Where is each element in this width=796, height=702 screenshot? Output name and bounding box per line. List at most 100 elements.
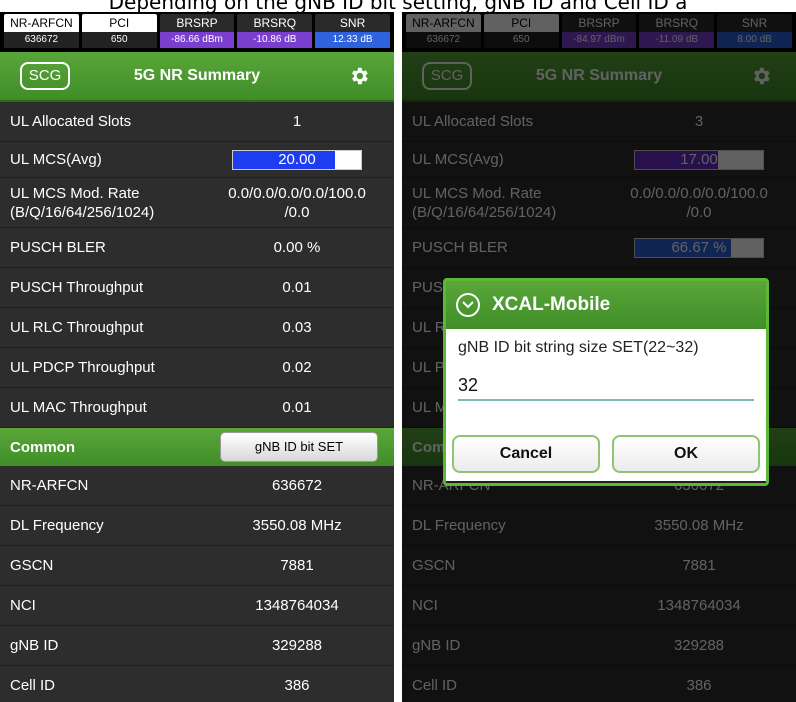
scg-button[interactable]: SCG xyxy=(20,62,70,90)
row-label: UL PDCP Throughput xyxy=(10,359,155,376)
status-cell-pci: PCI 650 xyxy=(81,14,157,50)
status-bar: NR-ARFCN 636672 PCI 650 BRSRP -86.66 dBm… xyxy=(0,12,394,52)
row-gnb-id: gNB ID 329288 xyxy=(402,626,796,666)
status-label: NR-ARFCN xyxy=(406,14,481,32)
page-title: 5G NR Summary xyxy=(133,67,261,84)
row-dl-frequency: DL Frequency 3550.08 MHz xyxy=(402,506,796,546)
status-cell-brsrp: BRSRP -84.97 dBm xyxy=(561,14,637,50)
row-pusch-throughput: PUSCH Throughput 0.01 xyxy=(0,268,394,308)
row-value: 0.0/0.0/0.0/0.0/100.0 /0.0 xyxy=(630,184,768,221)
scg-button[interactable]: SCG xyxy=(422,62,472,90)
status-value: -10.86 dB xyxy=(237,32,313,48)
row-value: 3550.08 MHz xyxy=(252,517,342,534)
gear-icon[interactable] xyxy=(348,65,370,87)
row-value-wrap: 20.00 xyxy=(200,149,394,170)
status-value: 8.00 dB xyxy=(717,32,792,48)
status-value: -84.97 dBm xyxy=(561,32,637,48)
dialog-buttons: Cancel OK xyxy=(446,429,766,481)
row-pusch-bler: PUSCH BLER 0.00 % xyxy=(0,228,394,268)
row-ul-allocated-slots: UL Allocated Slots 3 xyxy=(402,102,796,142)
status-label: BRSRQ xyxy=(237,14,313,32)
status-label: BRSRQ xyxy=(639,14,715,32)
row-value: 0.01 xyxy=(282,279,312,296)
status-cell-nr-arfcn: NR-ARFCN 636672 xyxy=(4,14,79,50)
row-label: GSCN xyxy=(10,557,54,574)
status-label: PCI xyxy=(483,14,559,32)
bit-size-input[interactable] xyxy=(458,371,754,401)
bler-bar: 66.67 % xyxy=(634,237,764,258)
row-gscn: GSCN 7881 xyxy=(0,546,394,586)
status-value: -11.09 dB xyxy=(639,32,715,48)
row-value: 386 xyxy=(284,677,310,694)
status-cell-pci: PCI 650 xyxy=(483,14,559,50)
status-cell-snr: SNR 8.00 dB xyxy=(717,14,792,50)
row-ul-mcs-avg: UL MCS(Avg) 17.00 xyxy=(402,142,796,178)
row-label: UL MCS(Avg) xyxy=(412,151,504,168)
row-pusch-bler: PUSCH BLER 66.67 % xyxy=(402,228,796,268)
status-label: NR-ARFCN xyxy=(4,14,79,32)
row-ul-mac-throughput: UL MAC Throughput 0.01 xyxy=(0,388,394,428)
status-value: 650 xyxy=(81,32,157,48)
row-value: 66.67 % xyxy=(671,238,727,256)
status-cell-brsrq: BRSRQ -10.86 dB xyxy=(237,14,313,50)
row-label: NCI xyxy=(10,597,36,614)
row-nci: NCI 1348764034 xyxy=(402,586,796,626)
status-value: -86.66 dBm xyxy=(159,32,235,48)
row-value: 329288 xyxy=(673,637,725,654)
cancel-button[interactable]: Cancel xyxy=(452,435,600,473)
status-bar: NR-ARFCN 636672 PCI 650 BRSRP -84.97 dBm… xyxy=(402,12,796,52)
row-ul-mcs-avg: UL MCS(Avg) 20.00 xyxy=(0,142,394,178)
row-value: 0.0/0.0/0.0/0.0/100.0 /0.0 xyxy=(228,184,366,221)
row-value: 1348764034 xyxy=(255,597,339,614)
row-value-wrap: 66.67 % xyxy=(602,237,796,258)
dialog-prompt: gNB ID bit string size SET(22~32) xyxy=(458,339,699,356)
row-nr-arfcn: NR-ARFCN 636672 xyxy=(0,466,394,506)
row-value: 20.00 xyxy=(278,150,316,168)
row-cell-id: Cell ID 386 xyxy=(402,666,796,702)
row-label: DL Frequency xyxy=(412,517,506,534)
row-ul-pdcp-throughput: UL PDCP Throughput 0.02 xyxy=(0,348,394,388)
row-label: PUSCH Throughput xyxy=(10,279,144,296)
title-bar: SCG 5G NR Summary xyxy=(0,52,394,102)
row-label: DL Frequency xyxy=(10,517,104,534)
row-label: GSCN xyxy=(412,557,456,574)
status-label: PCI xyxy=(81,14,157,32)
row-label: UL Allocated Slots xyxy=(412,113,534,130)
row-ul-mcs-mod-rate: UL MCS Mod. Rate (B/Q/16/64/256/1024) 0.… xyxy=(402,178,796,228)
row-ul-rlc-throughput: UL RLC Throughput 0.03 xyxy=(0,308,394,348)
row-label: Cell ID xyxy=(412,677,458,694)
row-value: 1348764034 xyxy=(657,597,741,614)
row-label: gNB ID xyxy=(412,637,461,654)
row-label: NCI xyxy=(412,597,438,614)
status-cell-nr-arfcn: NR-ARFCN 636672 xyxy=(406,14,481,50)
gear-icon[interactable] xyxy=(750,65,772,87)
row-value: 3550.08 MHz xyxy=(654,517,744,534)
row-value: 7881 xyxy=(682,557,716,574)
mcs-bar: 20.00 xyxy=(232,149,362,170)
status-value: 650 xyxy=(483,32,559,48)
chevron-down-icon xyxy=(456,293,480,317)
ok-button[interactable]: OK xyxy=(612,435,760,473)
row-label: UL MCS Mod. Rate (B/Q/16/64/256/1024) xyxy=(412,184,557,221)
row-cell-id: Cell ID 386 xyxy=(0,666,394,702)
status-cell-brsrq: BRSRQ -11.09 dB xyxy=(639,14,715,50)
row-label: Cell ID xyxy=(10,677,56,694)
gnb-bit-dialog: XCAL-Mobile gNB ID bit string size SET(2… xyxy=(443,278,769,486)
status-label: BRSRP xyxy=(561,14,637,32)
row-value: 0.01 xyxy=(282,399,312,416)
status-cell-brsrp: BRSRP -86.66 dBm xyxy=(159,14,235,50)
row-value: 0.02 xyxy=(282,359,312,376)
row-ul-allocated-slots: UL Allocated Slots 1 xyxy=(0,102,394,142)
row-value: 1 xyxy=(292,113,302,130)
gnb-id-bit-set-button[interactable]: gNB ID bit SET xyxy=(220,432,378,462)
row-label: UL Allocated Slots xyxy=(10,113,132,130)
status-value: 636672 xyxy=(406,32,481,48)
row-label: gNB ID xyxy=(10,637,59,654)
dialog-header: XCAL-Mobile xyxy=(446,281,766,329)
row-nci: NCI 1348764034 xyxy=(0,586,394,626)
status-value: 636672 xyxy=(4,32,79,48)
row-value: 17.00 xyxy=(680,150,718,168)
row-value: 0.03 xyxy=(282,319,312,336)
section-common: Common gNB ID bit SET xyxy=(0,428,394,466)
row-label: PUSCH BLER xyxy=(412,239,508,256)
